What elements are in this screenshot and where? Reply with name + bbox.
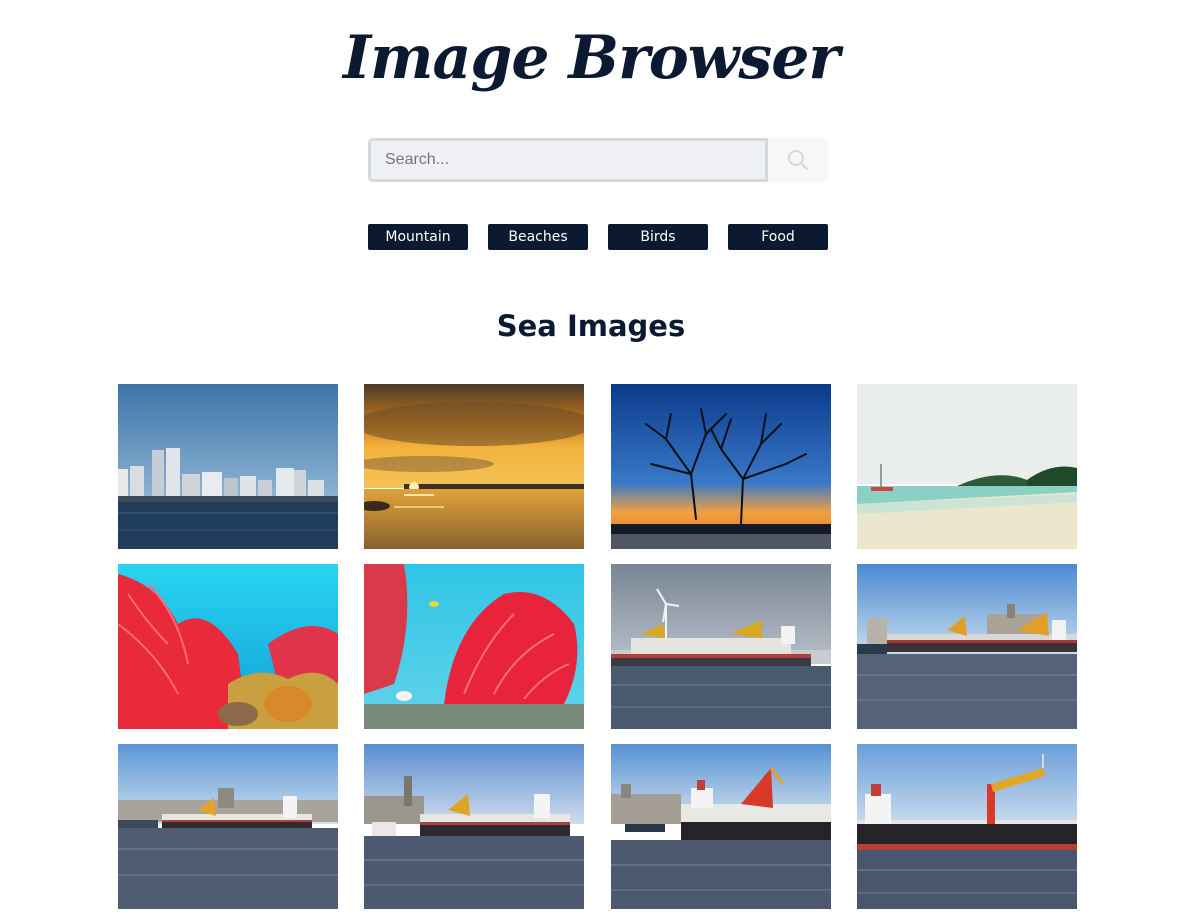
gallery-image-coral-with-fish[interactable] xyxy=(364,564,585,729)
gallery-image-golden-sunset[interactable] xyxy=(364,384,585,549)
gallery-heading: Sea Images xyxy=(496,309,686,343)
image-gallery xyxy=(118,384,1077,909)
gallery-image-red-coral[interactable] xyxy=(118,564,338,729)
gallery-image-ship-city-waterfront[interactable] xyxy=(118,744,338,909)
search-input[interactable] xyxy=(368,138,768,182)
gallery-image-ship-near-buildings[interactable] xyxy=(610,744,831,909)
category-button-food[interactable]: Food xyxy=(728,224,828,250)
search-icon xyxy=(788,150,808,170)
search-bar xyxy=(368,138,828,182)
category-buttons: Mountain Beaches Birds Food xyxy=(368,224,828,250)
gallery-image-trees-at-dusk[interactable] xyxy=(610,384,831,549)
gallery-image-ship-wind-turbine[interactable] xyxy=(610,564,831,729)
category-button-beaches[interactable]: Beaches xyxy=(488,224,588,250)
gallery-image-ship-in-harbour[interactable] xyxy=(856,564,1077,729)
search-button[interactable] xyxy=(768,138,828,182)
gallery-image-ship-with-tug[interactable] xyxy=(364,744,585,909)
gallery-image-sandy-beach[interactable] xyxy=(856,384,1077,549)
category-button-birds[interactable]: Birds xyxy=(608,224,708,250)
gallery-image-city-skyline[interactable] xyxy=(118,384,338,549)
page-title: Image Browser xyxy=(342,23,840,93)
category-button-mountain[interactable]: Mountain xyxy=(368,224,468,250)
gallery-image-ship-with-cranes[interactable] xyxy=(856,744,1077,909)
